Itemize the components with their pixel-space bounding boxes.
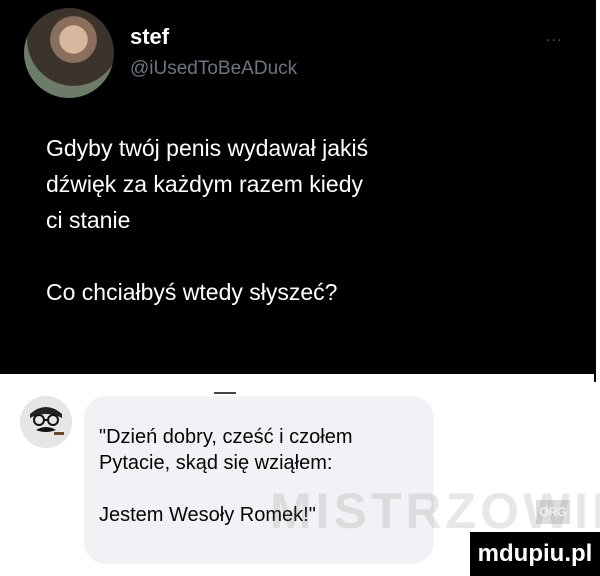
watermark-org-badge: ORG (536, 500, 570, 524)
reply-line: Pytacie, skąd się wziąłem: (99, 452, 333, 474)
dash-mark (214, 392, 236, 394)
reply-line: "Dzień dobry, cześć i czołem (99, 426, 353, 448)
site-logo: mdupiu.pl (470, 532, 600, 576)
tweet-line: Co chciałbyś wtedy słyszeć? (46, 279, 338, 305)
more-options-icon[interactable]: ... (546, 28, 562, 46)
groucho-face-icon (20, 396, 72, 448)
tweet-author-name[interactable]: stef (130, 24, 169, 50)
tweet-author-avatar[interactable] (24, 8, 114, 98)
tweet-card: stef @iUsedToBeADuck ... Gdyby twój peni… (0, 0, 594, 374)
reply-avatar[interactable] (20, 396, 72, 448)
edge-divider (594, 0, 596, 382)
tweet-line: Gdyby twój penis wydawał jakiś (46, 135, 369, 161)
tweet-line: ci stanie (46, 207, 131, 233)
tweet-author-handle[interactable]: @iUsedToBeADuck (130, 58, 297, 80)
tweet-line: dźwięk za każdym razem kiedy (46, 171, 363, 197)
tweet-text: Gdyby twój penis wydawał jakiś dźwięk za… (46, 130, 566, 310)
